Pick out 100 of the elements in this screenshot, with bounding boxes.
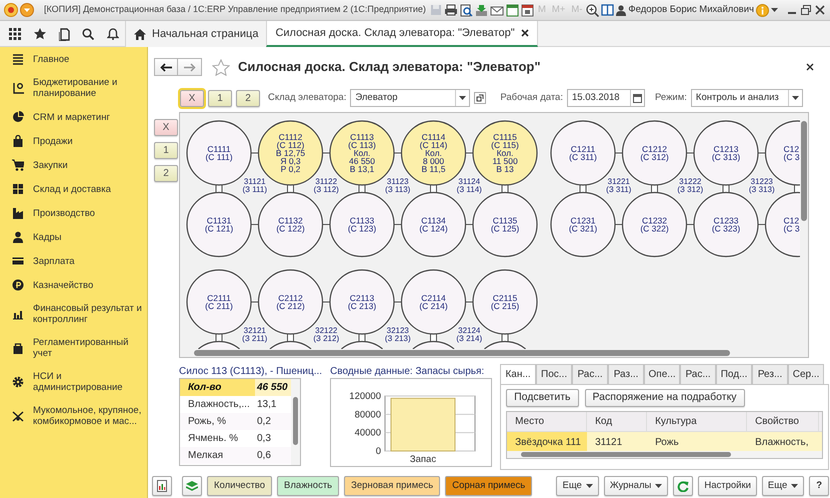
action-button[interactable]: Распоряжение на подработку xyxy=(584,389,745,407)
settings-button[interactable]: Настройки xyxy=(698,476,757,496)
sidebar-item[interactable]: Склад и доставка xyxy=(33,184,111,194)
silo-label: (С 214) xyxy=(419,301,448,311)
property-cell[interactable]: Ячмень. % xyxy=(180,430,255,446)
silo-label: С12 xyxy=(784,216,800,226)
sidebar-item[interactable]: Мукомольное, крупяное, комбикормовое и мас... xyxy=(33,405,147,427)
column-header[interactable]: Код xyxy=(587,412,648,431)
silo-label: Я 0,3 xyxy=(280,156,301,166)
filter-button[interactable]: 2 xyxy=(154,165,178,182)
user-name[interactable]: Федоров Борис Михайлович xyxy=(628,2,754,18)
sidebar-item[interactable]: Казначейство xyxy=(33,280,94,290)
sidebar-item[interactable]: Регламентированный учет xyxy=(33,337,147,359)
silo-label: В 13 xyxy=(496,164,514,174)
tab[interactable]: Сер... xyxy=(788,364,824,384)
silo-label: С1131 xyxy=(206,216,232,226)
legend-button[interactable]: Влажность xyxy=(277,476,340,496)
silo-label: С1231 xyxy=(570,216,596,226)
silo-label: (С 322) xyxy=(640,224,669,234)
axis-tick-label: 120000 xyxy=(349,391,382,402)
legend-button[interactable]: Количество xyxy=(207,476,272,496)
silo-label: С1114 xyxy=(422,132,446,142)
table-cell-text: 31121 xyxy=(594,436,624,450)
tab[interactable]: Опе... xyxy=(644,364,680,384)
silo-label: С1213 xyxy=(713,144,739,154)
silo-label: С1112 xyxy=(278,132,302,142)
property-cell[interactable]: Рожь, % xyxy=(180,412,255,430)
filter-button[interactable]: X xyxy=(180,90,204,106)
panel-title: Сводные данные: Запасы сырья: xyxy=(330,365,486,378)
column-header[interactable]: Место xyxy=(507,412,588,431)
sidebar-item[interactable]: Кадры xyxy=(33,232,62,242)
column-header[interactable]: Свойство xyxy=(747,412,820,431)
legend-button[interactable]: Сорная примесь xyxy=(445,476,532,496)
conveyor-label: 31124 (З 114) xyxy=(456,177,482,194)
silo-label: С1134 xyxy=(421,216,446,226)
tab[interactable]: Силосная доска. Склад элеватора: "Элеватор" xyxy=(266,21,538,47)
conveyor-label: 31221 (З 311) xyxy=(606,177,632,194)
menu-button[interactable]: Еще xyxy=(556,476,599,496)
sidebar-item[interactable]: Бюджетирование и планирование xyxy=(33,77,147,99)
silo-label: (С 124) xyxy=(419,224,448,234)
tab[interactable]: Рас... xyxy=(680,364,716,384)
silo-label: С1233 xyxy=(713,216,739,226)
silo-label: (С 212) xyxy=(276,301,305,311)
silo-label: С2114 xyxy=(421,293,446,303)
sidebar-item[interactable]: Финансовый результат и контроллинг xyxy=(33,303,147,325)
property-cell[interactable]: Мелкая xyxy=(180,446,255,464)
silo-label: (С 3 xyxy=(784,152,800,162)
table-cell-text: Влажность, xyxy=(754,436,810,450)
silo-label: С1211 xyxy=(570,144,596,154)
filter-button[interactable]: 2 xyxy=(236,90,260,106)
sidebar-item[interactable]: Зарплата xyxy=(33,256,75,266)
conveyor-label: 32122 (З 212) xyxy=(313,326,340,343)
legend-button[interactable]: Зерновая примесь xyxy=(344,476,440,496)
filter-button[interactable]: X xyxy=(154,119,178,136)
menu-button[interactable]: Еще xyxy=(762,476,804,496)
action-button[interactable]: Подсветить xyxy=(506,389,579,407)
tab[interactable]: Пос... xyxy=(536,364,572,384)
table-cell-text: Рожь xyxy=(654,436,680,450)
menu-button[interactable]: Журналы xyxy=(604,476,668,496)
sidebar-item[interactable]: НСИ и администрирование xyxy=(33,371,147,393)
tab[interactable]: Под... xyxy=(716,364,752,384)
silo-label: (С 125) xyxy=(490,224,520,234)
conveyor-label: 31222 (З 312) xyxy=(677,177,704,194)
select-field[interactable]: Контроль и анализ xyxy=(690,89,803,107)
conveyor-label: 31123 (З 113) xyxy=(385,177,410,194)
table-cell: Звёздочка 111 xyxy=(507,432,588,452)
filter-button[interactable]: 1 xyxy=(208,90,232,106)
filter-button[interactable]: 1 xyxy=(154,142,178,159)
silo-label: С1132 xyxy=(278,216,303,226)
tab[interactable]: Рез... xyxy=(752,364,788,384)
tab[interactable]: Раз... xyxy=(608,364,644,384)
sidebar-item[interactable]: Закупки xyxy=(33,160,68,170)
column-header[interactable]: Культура xyxy=(647,412,748,431)
conveyor-label: 32124 (З 214) xyxy=(456,326,482,343)
sidebar-item[interactable]: Продажи xyxy=(33,136,73,146)
silo-label: (С 211) xyxy=(205,301,233,311)
axis-tick-label: 0 xyxy=(376,446,382,457)
silo-label: С1115 xyxy=(493,132,517,142)
sidebar-item[interactable]: Главное xyxy=(33,54,70,64)
property-cell[interactable]: Кол-во xyxy=(180,379,255,396)
sidebar-item[interactable]: Производство xyxy=(33,208,95,218)
silo-label: (С 321) xyxy=(568,224,598,234)
field-label: Режим: xyxy=(654,90,687,105)
select-field[interactable]: Элеватор xyxy=(350,89,470,107)
silo-label: С2111 xyxy=(207,293,231,303)
silo-label: Р 0,2 xyxy=(280,164,300,174)
help-button[interactable]: ? xyxy=(809,476,830,496)
axis-category-label: Запас xyxy=(410,454,436,465)
tab[interactable]: Рас... xyxy=(572,364,608,384)
conveyor-label: 32123 (З 213) xyxy=(384,326,411,343)
silo-label: (С 313) xyxy=(712,152,740,162)
silo-label: (С 111) xyxy=(205,152,233,162)
tab[interactable]: Кан... xyxy=(500,364,536,384)
tab[interactable]: Начальная страница xyxy=(125,21,266,47)
field-label: Склад элеватора: xyxy=(268,90,346,105)
date-field[interactable]: 15.03.2018 xyxy=(566,89,645,107)
silo-label: С1111 xyxy=(207,144,231,154)
silo-label: С2115 xyxy=(492,293,518,303)
silo-label: С1113 xyxy=(350,132,374,142)
sidebar-item[interactable]: CRM и маркетинг xyxy=(33,112,110,122)
